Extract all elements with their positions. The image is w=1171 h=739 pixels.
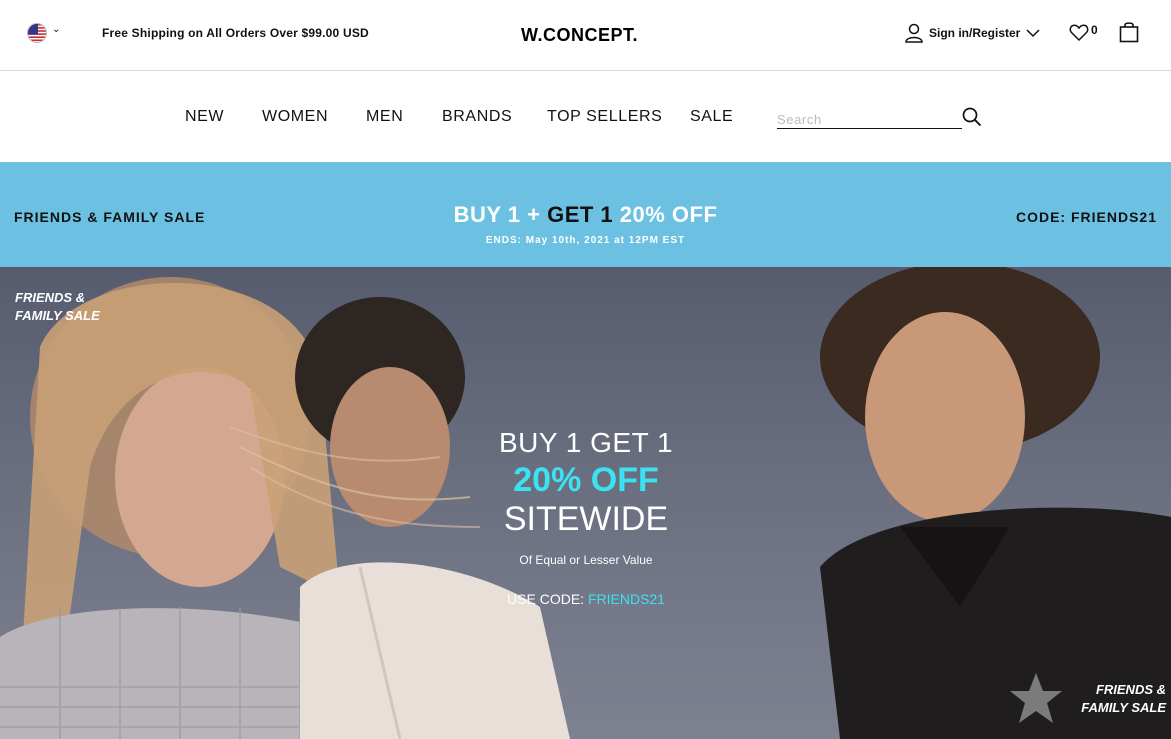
sign-in-register-link[interactable]: Sign in/Register xyxy=(905,22,1040,44)
hero-tag-top: FRIENDS & FAMILY SALE xyxy=(15,290,100,323)
hero-code-label: USE CODE: xyxy=(507,591,585,607)
chevron-down-icon xyxy=(1026,29,1040,38)
main-nav: NEW WOMEN MEN BRANDS TOP SELLERS SALE xyxy=(0,72,1171,162)
wishlist-button[interactable]: 0 xyxy=(1069,22,1098,46)
nav-item-sale[interactable]: SALE xyxy=(690,108,733,126)
nav-item-top-sellers[interactable]: TOP SELLERS xyxy=(547,108,662,126)
nav-item-brands[interactable]: BRANDS xyxy=(442,108,512,126)
search-bar xyxy=(777,107,982,131)
heart-icon xyxy=(1069,24,1089,42)
search-input[interactable] xyxy=(777,107,962,129)
hero-copy: BUY 1 GET 1 20% OFF SITEWIDE Of Equal or… xyxy=(436,427,736,607)
shopping-bag-icon xyxy=(1119,22,1139,43)
hero-tag-bottom: FRIENDS & FAMILY SALE xyxy=(1081,682,1166,715)
sign-in-label: Sign in/Register xyxy=(929,26,1021,40)
promo-code: CODE: FRIENDS21 xyxy=(1015,209,1157,225)
cart-button[interactable] xyxy=(1119,21,1139,48)
star-icon xyxy=(1010,673,1062,723)
promo-off: 20% OFF xyxy=(619,202,718,227)
search-icon[interactable] xyxy=(962,107,982,127)
hero-line2: 20% OFF xyxy=(513,461,659,499)
nav-item-men[interactable]: MEN xyxy=(366,108,403,126)
promo-get: GET 1 xyxy=(547,202,614,227)
hero-banner[interactable]: FRIENDS & FAMILY SALE BUY 1 GET 1 20% OF… xyxy=(0,267,1171,739)
promo-banner[interactable]: FRIENDS & FAMILY SALE BUY 1 + GET 1 20% … xyxy=(0,162,1171,267)
wishlist-count: 0 xyxy=(1091,23,1098,37)
nav-item-women[interactable]: WOMEN xyxy=(262,108,328,126)
promo-buy: BUY 1 xyxy=(453,202,521,227)
hero-line1: BUY 1 GET 1 xyxy=(498,427,674,458)
promo-headline: BUY 1 + GET 1 20% OFF xyxy=(0,202,1171,228)
hero-code-value: FRIENDS21 xyxy=(587,591,665,607)
hero-code-line: USE CODE: FRIENDS21 xyxy=(436,591,736,607)
hero-subtext: Of Equal or Lesser Value xyxy=(519,553,653,567)
us-flag-icon[interactable] xyxy=(27,23,47,43)
hero-line3: SITEWIDE xyxy=(503,500,669,538)
shipping-message: Free Shipping on All Orders Over $99.00 … xyxy=(102,26,369,40)
promo-end-date: ENDS: May 10th, 2021 at 12PM EST xyxy=(485,235,686,246)
promo-plus: + xyxy=(527,202,541,227)
chevron-down-icon[interactable]: ⌄ xyxy=(52,24,60,35)
nav-item-new[interactable]: NEW xyxy=(185,108,224,126)
user-icon xyxy=(905,23,923,43)
logo[interactable]: W.CONCEPT. xyxy=(521,25,638,46)
top-bar: ⌄ Free Shipping on All Orders Over $99.0… xyxy=(0,0,1171,71)
